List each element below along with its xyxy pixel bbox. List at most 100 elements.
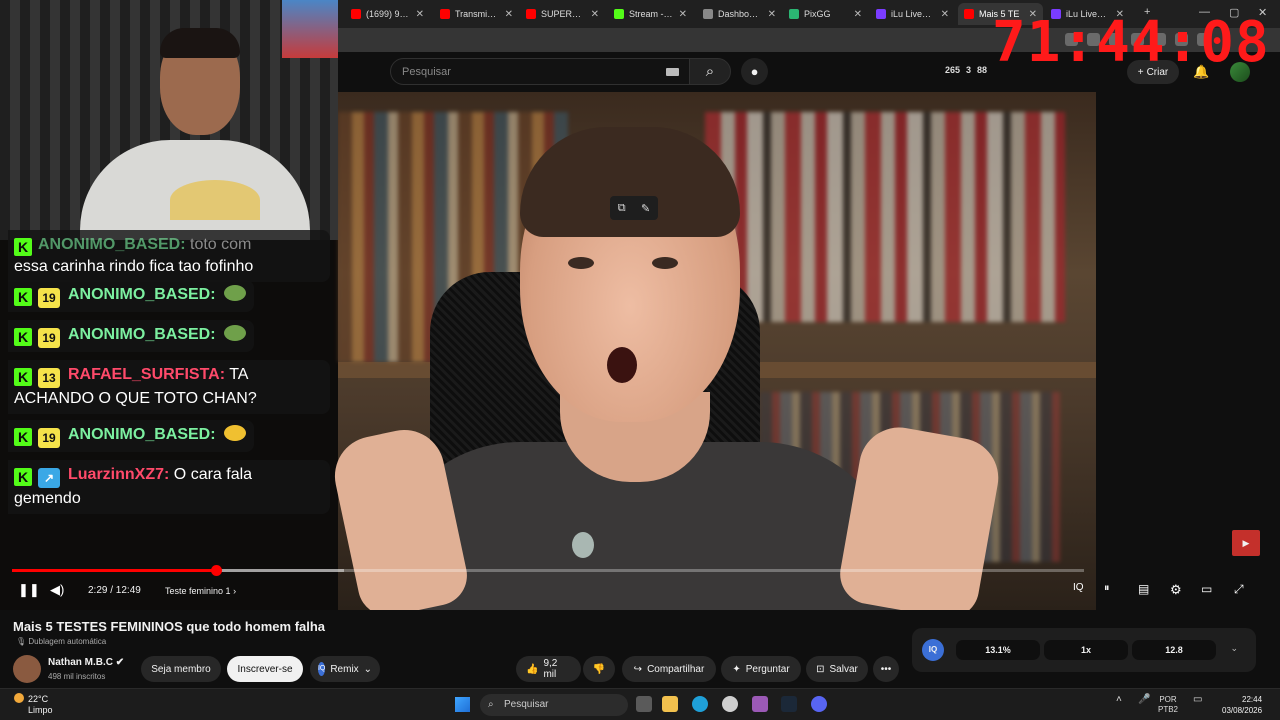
- notes-icon[interactable]: ✎: [641, 202, 650, 215]
- ask-label: Perguntar: [745, 663, 790, 675]
- file-explorer-icon[interactable]: [662, 696, 678, 712]
- tab-label: iLu Lives | Re: [891, 9, 935, 19]
- chevron-up-icon[interactable]: ˄: [1116, 695, 1122, 705]
- miniplayer-icon[interactable]: ⧉: [618, 202, 626, 215]
- edge-icon[interactable]: [692, 696, 708, 712]
- autoplay-toggle-icon[interactable]: ⏸: [1104, 582, 1110, 595]
- taskbar-search[interactable]: ⌕ Pesquisar: [480, 694, 628, 716]
- tab-label: Dashboard - l: [718, 9, 762, 19]
- subscribe-button[interactable]: Inscrever-se: [227, 656, 303, 682]
- channel-avatar[interactable]: [13, 655, 41, 683]
- system-clock[interactable]: 22:44 03/08/2026: [1222, 694, 1262, 716]
- chat-overlay: K ANONIMO_BASED: toto com essa carinha rin…: [0, 230, 340, 520]
- browser-tab[interactable]: Stream - Kick ✕: [608, 3, 693, 25]
- close-tab-icon[interactable]: ✕: [768, 9, 776, 20]
- chat-username[interactable]: ANONIMO_BASED:: [38, 236, 186, 253]
- subscribe-watermark[interactable]: ▶: [1232, 530, 1260, 556]
- like-button[interactable]: 👍 9,2 mil: [516, 656, 581, 682]
- progress-played: [12, 569, 216, 572]
- thumbs-down-icon: 👎: [592, 663, 606, 675]
- chat-text: essa carinha rindo fica tao fofinho: [14, 258, 254, 275]
- chapter-title[interactable]: Teste feminino 1 ›: [165, 586, 236, 596]
- presenter-eye: [568, 257, 594, 269]
- browser-tab[interactable]: SUPERXANDA ✕: [520, 3, 605, 25]
- ask-button[interactable]: ✦ Perguntar: [721, 656, 801, 682]
- level-badge: 19: [38, 428, 60, 448]
- save-label: Salvar: [829, 663, 858, 675]
- weather-widget[interactable]: 22°C Limpo: [14, 693, 53, 716]
- verified-icon: ✔: [115, 657, 125, 668]
- tab-label: PixGG: [804, 9, 831, 19]
- extension-value-2[interactable]: 1x: [1044, 640, 1128, 660]
- pause-icon[interactable]: ❚❚: [18, 582, 40, 598]
- tab-label: Transmissão a: [455, 9, 499, 19]
- fullscreen-icon[interactable]: ⤢: [1234, 582, 1244, 597]
- chat-username[interactable]: ANONIMO_BASED:: [68, 426, 216, 443]
- search-button[interactable]: ⌕: [689, 58, 731, 85]
- keyboard-language[interactable]: POR PTB2: [1158, 695, 1178, 715]
- iq-toggle-icon[interactable]: IQ: [1073, 582, 1084, 593]
- search-icon: ⌕: [705, 63, 715, 80]
- steam-icon[interactable]: [781, 696, 797, 712]
- stat-views: 88: [977, 65, 988, 75]
- stream-stats: 265 3 88: [945, 65, 987, 75]
- network-icon[interactable]: ▭: [1193, 695, 1202, 705]
- chat-username[interactable]: RAFAEL_SURFISTA:: [68, 366, 225, 383]
- stream-timer: 71:44:08: [992, 10, 1270, 75]
- progress-scrubber[interactable]: [210, 565, 222, 576]
- more-actions-button[interactable]: •••: [873, 656, 899, 682]
- mini-thumbnail: [282, 0, 338, 58]
- close-tab-icon[interactable]: ✕: [679, 9, 687, 20]
- extension-value-1[interactable]: 13.1%: [956, 640, 1040, 660]
- dislike-button[interactable]: 👎: [583, 656, 615, 682]
- chat-message: K ↗ LuarzinnXZ7: O cara fala gemendo: [8, 460, 330, 514]
- search-input[interactable]: Pesquisar: [390, 58, 690, 85]
- remix-icon: IQ: [317, 662, 326, 676]
- remix-label: Remix: [330, 663, 359, 675]
- chat-username[interactable]: ANONIMO_BASED:: [68, 326, 216, 343]
- remix-button[interactable]: IQ Remix ⌄: [310, 656, 380, 682]
- iq-logo[interactable]: IQ: [922, 639, 944, 661]
- browser-tab[interactable]: Dashboard - l ✕: [697, 3, 782, 25]
- subtitles-icon[interactable]: ▤: [1138, 582, 1149, 596]
- browser-tab[interactable]: Transmissão a ✕: [434, 3, 519, 25]
- close-tab-icon[interactable]: ✕: [416, 9, 424, 20]
- app-icon[interactable]: [752, 696, 768, 712]
- browser-tab[interactable]: (1699) 90 Min ✕: [345, 3, 430, 25]
- volume-icon[interactable]: ◀): [50, 582, 64, 598]
- browser-tab[interactable]: iLu Lives | Re ✕: [870, 3, 955, 25]
- browser-tab[interactable]: PixGG ✕: [783, 3, 868, 25]
- channel-name[interactable]: Nathan M.B.C ✔: [48, 657, 124, 668]
- save-button[interactable]: ⊡ Salvar: [806, 656, 868, 682]
- share-button[interactable]: ↪ Compartilhar: [622, 656, 716, 682]
- close-tab-icon[interactable]: ✕: [505, 9, 513, 20]
- chevron-right-icon: ›: [233, 586, 237, 596]
- windows-taskbar: 22°C Limpo ⌕ Pesquisar ˄ 🎤 POR PTB2 ▭ 22:4…: [0, 688, 1280, 720]
- bookmark-icon: ⊡: [816, 663, 825, 675]
- progress-bar[interactable]: [12, 565, 1084, 576]
- chat-username[interactable]: LuarzinnXZ7:: [68, 466, 169, 483]
- chevron-down-icon[interactable]: ⌄: [1230, 643, 1238, 654]
- share-icon: ↪: [633, 663, 643, 675]
- close-tab-icon[interactable]: ✕: [941, 9, 949, 20]
- taskbar-search-placeholder: Pesquisar: [504, 699, 549, 710]
- chrome-icon[interactable]: [722, 696, 738, 712]
- extension-value-3[interactable]: 12.8: [1132, 640, 1216, 660]
- chat-username[interactable]: ANONIMO_BASED:: [68, 286, 216, 303]
- tab-favicon-icon: [440, 9, 450, 19]
- close-tab-icon[interactable]: ✕: [854, 9, 862, 20]
- close-tab-icon[interactable]: ✕: [591, 9, 599, 20]
- chat-message: K 19 ANONIMO_BASED:: [8, 280, 255, 312]
- theater-mode-icon[interactable]: ▭: [1201, 582, 1212, 596]
- discord-icon[interactable]: [811, 696, 827, 712]
- task-view-icon[interactable]: [636, 696, 652, 712]
- settings-gear-icon[interactable]: ⚙: [1170, 582, 1182, 598]
- windows-start-icon[interactable]: [455, 697, 470, 712]
- keyboard-icon[interactable]: [666, 68, 679, 76]
- microphone-icon[interactable]: 🎤: [1138, 695, 1150, 705]
- stat-viewers: 265: [945, 65, 961, 75]
- voice-search-button[interactable]: ●: [741, 58, 768, 85]
- thumbs-up-icon: 👍: [526, 663, 539, 675]
- play-icon: ▶: [1242, 538, 1250, 548]
- join-button[interactable]: Seja membro: [141, 656, 221, 682]
